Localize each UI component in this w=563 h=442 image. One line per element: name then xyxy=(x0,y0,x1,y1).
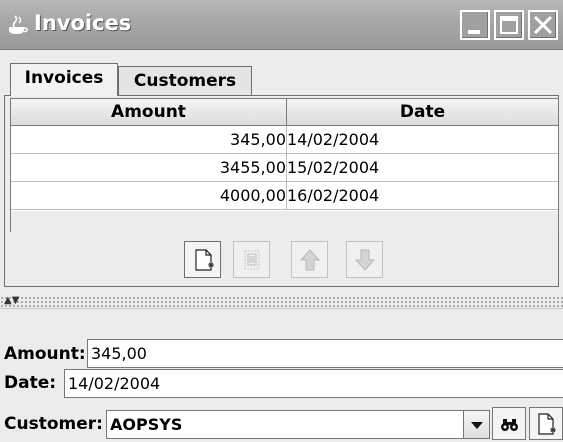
date-label: Date: xyxy=(4,373,57,393)
close-button[interactable] xyxy=(528,10,558,40)
cell-amount: 4000,00 xyxy=(11,182,287,209)
customer-dropdown-button[interactable] xyxy=(463,410,490,439)
new-record-button[interactable] xyxy=(184,241,221,278)
customer-label: Customer: xyxy=(4,414,103,434)
new-customer-button[interactable] xyxy=(529,407,563,440)
column-header-amount[interactable]: Amount xyxy=(11,99,287,126)
split-pane-divider[interactable] xyxy=(0,296,563,308)
amount-label: Amount: xyxy=(4,344,86,364)
maximize-button[interactable] xyxy=(494,10,524,40)
table-row[interactable]: 3455,00 15/02/2004 xyxy=(11,154,558,182)
cell-date: 15/02/2004 xyxy=(287,158,380,177)
cell-amount: 3455,00 xyxy=(11,154,287,181)
table-row[interactable]: 345,00 14/02/2004 xyxy=(11,126,558,154)
date-field[interactable]: 14/02/2004 xyxy=(64,369,563,398)
cell-date: 16/02/2004 xyxy=(287,186,380,205)
java-cup-icon xyxy=(9,15,28,34)
customer-combobox[interactable]: AOPSYS xyxy=(106,410,463,439)
move-down-button[interactable] xyxy=(346,241,383,278)
minimize-button[interactable] xyxy=(460,10,490,40)
tab-invoices[interactable]: Invoices xyxy=(10,63,118,96)
binoculars-icon xyxy=(501,419,518,431)
delete-record-button[interactable] xyxy=(233,241,270,278)
divider-line xyxy=(0,308,563,309)
window-title: Invoices xyxy=(34,11,132,35)
new-document-icon xyxy=(195,249,214,271)
table-empty-area xyxy=(11,211,558,232)
chevron-down-icon xyxy=(471,422,483,429)
title-bar[interactable]: Invoices xyxy=(0,0,563,50)
cell-amount: 345,00 xyxy=(11,126,287,153)
new-document-icon xyxy=(538,413,556,435)
table-row[interactable]: 4000,00 16/02/2004 xyxy=(11,182,558,210)
close-icon xyxy=(533,15,553,35)
move-up-button[interactable] xyxy=(291,241,328,278)
customer-combobox-value: AOPSYS xyxy=(110,415,183,434)
column-header-date[interactable]: Date xyxy=(287,99,558,126)
minimize-icon xyxy=(468,30,480,34)
search-customer-button[interactable] xyxy=(492,407,526,440)
amount-field[interactable]: 345,00 xyxy=(87,339,563,368)
arrow-up-icon xyxy=(299,249,321,271)
maximize-icon xyxy=(500,16,518,34)
cell-date: 14/02/2004 xyxy=(287,130,380,149)
splitter-arrows-icon[interactable]: ▲▼ xyxy=(4,295,19,307)
delete-trash-icon xyxy=(244,250,260,270)
tab-customers[interactable]: Customers xyxy=(118,66,252,96)
arrow-down-icon xyxy=(354,249,376,271)
invoices-table[interactable]: Amount Date 345,00 14/02/2004 3455,00 15… xyxy=(10,98,559,232)
